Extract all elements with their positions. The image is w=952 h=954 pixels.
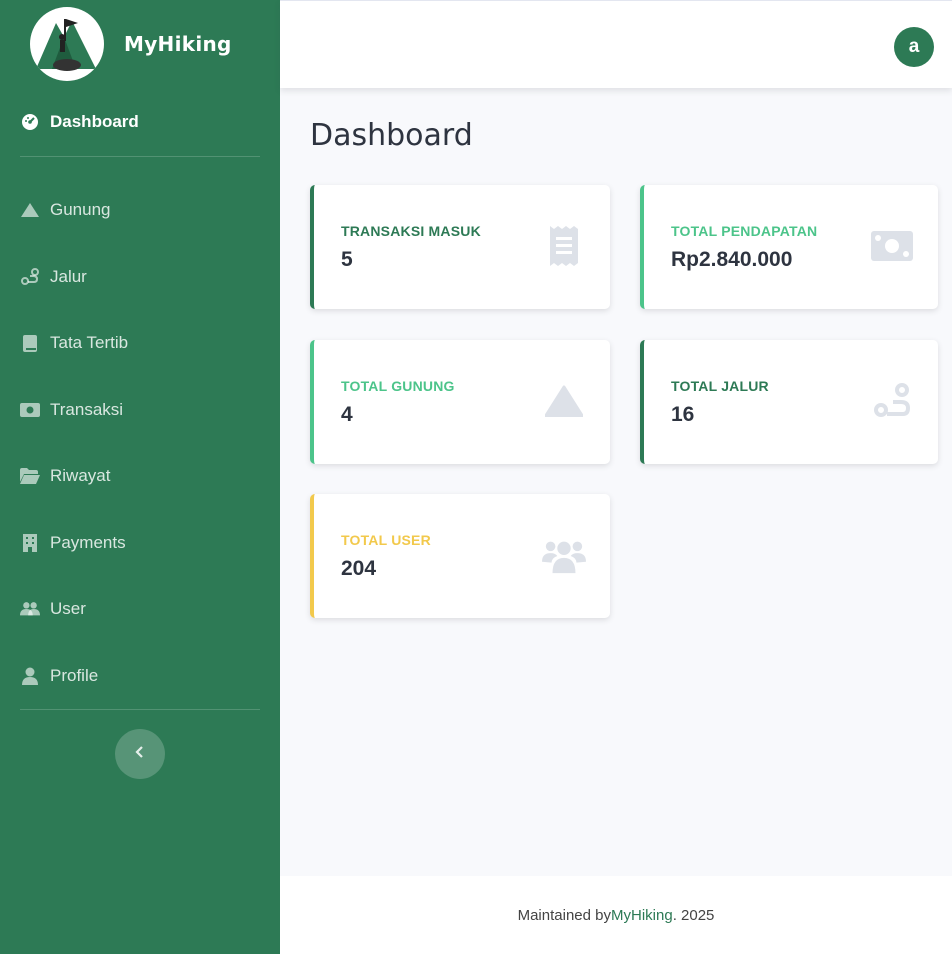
chevron-left-icon — [135, 745, 145, 764]
stat-value: Rp2.840.000 — [671, 248, 793, 271]
sidebar-item-label: Dashboard — [50, 112, 139, 131]
stat-value: 5 — [341, 248, 353, 271]
route-icon — [870, 380, 914, 422]
route-icon — [20, 267, 40, 287]
money-icon — [20, 400, 40, 420]
mountain-icon — [542, 380, 586, 422]
sidebar-item-label: Profile — [50, 665, 99, 685]
logo — [30, 7, 104, 81]
folder-open-icon — [20, 466, 40, 486]
sidebar-item-label: Payments — [50, 532, 126, 552]
sidebar-toggle-button[interactable] — [115, 729, 165, 779]
stat-card-total-user: TOTAL USER 204 — [310, 494, 610, 618]
sidebar-item-profile[interactable]: Profile — [0, 643, 280, 710]
stat-card-total-gunung: TOTAL GUNUNG 4 — [310, 340, 610, 464]
sidebar-item-tata-tertib[interactable]: Tata Tertib — [0, 310, 280, 377]
stat-label: TOTAL JALUR — [671, 378, 769, 394]
sidebar-item-dashboard[interactable]: Dashboard — [0, 88, 280, 156]
sidebar-item-payments[interactable]: Payments — [0, 510, 280, 577]
building-icon — [20, 533, 40, 553]
sidebar-item-jalur[interactable]: Jalur — [0, 244, 280, 311]
stat-label: TRANSAKSI MASUK — [341, 223, 481, 239]
footer-suffix: . 2025 — [672, 906, 715, 924]
sidebar-item-label: Riwayat — [50, 466, 111, 486]
brand[interactable]: MyHiking — [0, 0, 280, 88]
money-bill-icon — [870, 225, 914, 267]
stat-card-total-pendapatan: TOTAL PENDAPATAN Rp2.840.000 — [640, 185, 938, 309]
page-title: Dashboard — [310, 118, 473, 153]
divider — [20, 709, 260, 710]
brand-name: MyHiking — [124, 32, 232, 56]
sidebar-item-transaksi[interactable]: Transaksi — [0, 377, 280, 444]
footer-prefix: Maintained by — [517, 906, 611, 924]
receipt-icon — [542, 225, 586, 267]
users-icon — [542, 534, 586, 576]
book-icon — [20, 333, 40, 353]
topbar: a — [280, 0, 952, 88]
sidebar-item-riwayat[interactable]: Riwayat — [0, 443, 280, 510]
sidebar-item-label: Transaksi — [50, 399, 124, 419]
stat-label: TOTAL USER — [341, 532, 431, 548]
footer-brand-link[interactable]: MyHiking — [611, 907, 673, 924]
stat-label: TOTAL GUNUNG — [341, 378, 455, 394]
user-icon — [20, 666, 40, 686]
stat-card-transaksi-masuk: TRANSAKSI MASUK 5 — [310, 185, 610, 309]
sidebar-item-label: Jalur — [50, 266, 87, 286]
tachometer-icon — [20, 112, 40, 132]
mountain-icon — [20, 200, 40, 220]
stat-value: 204 — [341, 557, 377, 580]
stat-value: 16 — [671, 403, 695, 426]
avatar[interactable]: a — [894, 27, 934, 67]
sidebar-item-label: Gunung — [50, 200, 111, 220]
footer: Maintained by MyHiking. 2025 — [280, 876, 952, 954]
sidebar-item-label: User — [50, 599, 86, 619]
stat-label: TOTAL PENDAPATAN — [671, 223, 818, 239]
sidebar-item-gunung[interactable]: Gunung — [0, 177, 280, 244]
users-icon — [20, 599, 40, 619]
sidebar-item-label: Tata Tertib — [50, 333, 129, 353]
sidebar: MyHiking Dashboard Gunung Jalur Tata Ter… — [0, 0, 280, 954]
sidebar-item-user[interactable]: User — [0, 576, 280, 643]
stat-value: 4 — [341, 403, 353, 426]
stat-card-total-jalur: TOTAL JALUR 16 — [640, 340, 938, 464]
